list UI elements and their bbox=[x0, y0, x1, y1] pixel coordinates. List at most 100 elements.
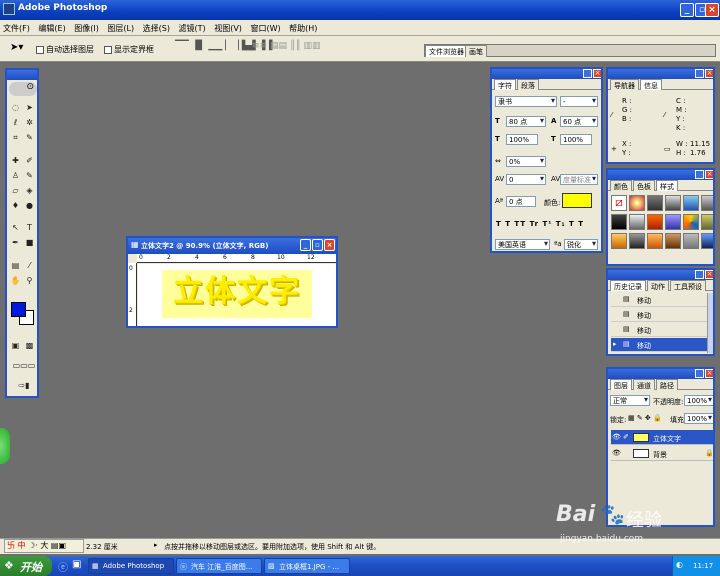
tab-paragraph[interactable]: 段落 bbox=[517, 79, 539, 90]
quickmask-mode-icon[interactable]: ▩ bbox=[24, 340, 35, 351]
dodge-tool-icon[interactable]: ● bbox=[24, 200, 35, 211]
fill-field[interactable]: 100% bbox=[684, 413, 713, 424]
style-swatch[interactable] bbox=[683, 233, 699, 249]
style-swatch[interactable] bbox=[647, 195, 663, 211]
style-swatch[interactable] bbox=[665, 233, 681, 249]
style-swatch[interactable] bbox=[629, 233, 645, 249]
visibility-eye-icon[interactable]: 👁 bbox=[612, 449, 621, 457]
style-swatch[interactable] bbox=[629, 195, 645, 211]
font-size-field[interactable]: 80 点 bbox=[506, 116, 546, 127]
style-swatch[interactable] bbox=[647, 233, 663, 249]
layer-row-background[interactable]: 👁 背景 🔒 bbox=[611, 446, 713, 461]
panel-close-button[interactable]: × bbox=[705, 270, 713, 279]
hand-tool-icon[interactable]: ✋ bbox=[10, 275, 21, 286]
visibility-eye-icon[interactable]: 👁 bbox=[612, 433, 621, 441]
stamp-tool-icon[interactable]: ♙ bbox=[10, 170, 21, 181]
tab-styles[interactable]: 样式 bbox=[656, 180, 678, 191]
brush-tool-icon[interactable]: ✐ bbox=[24, 155, 35, 166]
styles-panel-header[interactable]: × bbox=[608, 170, 713, 180]
character-panel-header[interactable]: × bbox=[492, 69, 601, 79]
taskbar-item-browser[interactable]: ⓔ 汽车 江淮_百度图... bbox=[176, 558, 262, 574]
kerning-field[interactable]: 0 bbox=[506, 174, 546, 185]
fill-tool-icon[interactable]: ◈ bbox=[24, 185, 35, 196]
panel-close-button[interactable]: × bbox=[705, 69, 713, 78]
eraser-tool-icon[interactable]: ▱ bbox=[10, 185, 21, 196]
panel-minimize-button[interactable] bbox=[695, 369, 704, 378]
style-swatch[interactable] bbox=[701, 195, 713, 211]
toolbox-header[interactable] bbox=[7, 70, 37, 80]
blur-tool-icon[interactable]: ♦ bbox=[10, 200, 21, 211]
style-swatch[interactable] bbox=[701, 233, 713, 249]
style-swatch[interactable] bbox=[629, 214, 645, 230]
menu-image[interactable]: 图像(I) bbox=[71, 20, 102, 34]
type-tool-icon[interactable]: T bbox=[24, 222, 35, 233]
tab-file-browser[interactable]: 文件浏览器 bbox=[425, 45, 468, 57]
standard-mode-icon[interactable]: ▣ bbox=[10, 340, 21, 351]
panel-close-button[interactable]: × bbox=[705, 170, 713, 179]
style-swatch[interactable] bbox=[647, 214, 663, 230]
menu-edit[interactable]: 编辑(E) bbox=[35, 20, 68, 34]
menu-window[interactable]: 窗口(W) bbox=[247, 20, 283, 34]
panel-close-button[interactable]: × bbox=[593, 69, 601, 78]
tab-paths[interactable]: 路径 bbox=[656, 379, 678, 390]
history-item[interactable]: ▤ 移动 bbox=[611, 293, 707, 307]
tab-navigator[interactable]: 导航器 bbox=[610, 79, 639, 90]
panel-close-button[interactable]: × bbox=[705, 369, 713, 378]
doc-close-button[interactable]: × bbox=[324, 239, 335, 251]
close-button[interactable]: × bbox=[705, 3, 719, 17]
move-tool-icon[interactable]: ➤ bbox=[24, 102, 35, 113]
history-item-selected[interactable]: ▸ ▤ 移动 bbox=[611, 338, 707, 352]
foreground-color-swatch[interactable] bbox=[11, 302, 26, 317]
layers-panel-header[interactable]: × bbox=[608, 369, 713, 379]
leading-field[interactable]: 60 点 bbox=[560, 116, 598, 127]
menu-help[interactable]: 帮助(H) bbox=[286, 20, 320, 34]
font-style-select[interactable]: - bbox=[560, 96, 598, 107]
tab-layers[interactable]: 图层 bbox=[610, 379, 632, 390]
menu-file[interactable]: 文件(F) bbox=[0, 20, 33, 34]
taskbar-item-photoshop[interactable]: ▦ Adobe Photoshop bbox=[88, 558, 174, 574]
style-swatch[interactable] bbox=[701, 214, 713, 230]
quicklaunch-ie-icon[interactable]: ⓔ bbox=[58, 559, 68, 574]
history-item[interactable]: ▤ 移动 bbox=[611, 308, 707, 322]
panel-minimize-button[interactable] bbox=[583, 69, 592, 78]
style-swatch[interactable] bbox=[683, 214, 699, 230]
tab-swatches[interactable]: 色板 bbox=[633, 180, 655, 191]
horizontal-scale-field[interactable]: 100% bbox=[560, 134, 592, 145]
screen-mode-icon[interactable]: ▭▭▭ bbox=[10, 360, 37, 371]
ime-bar[interactable]: 卐 中 ☽· 大 ▤▣ bbox=[4, 539, 84, 553]
tray-icon[interactable]: ◐ bbox=[676, 560, 683, 569]
auto-select-checkbox[interactable]: 自动选择图层 bbox=[36, 44, 94, 55]
style-swatch[interactable] bbox=[665, 214, 681, 230]
zoom-tool-icon[interactable]: ⚲ bbox=[24, 275, 35, 286]
opacity-field[interactable]: 100% bbox=[684, 395, 713, 406]
panel-minimize-button[interactable] bbox=[695, 170, 704, 179]
tab-actions[interactable]: 动作 bbox=[647, 280, 669, 291]
marquee-tool-icon[interactable]: ◌ bbox=[10, 102, 21, 113]
info-panel-header[interactable]: × bbox=[608, 69, 713, 79]
tab-character[interactable]: 字符 bbox=[494, 79, 516, 90]
magic-wand-icon[interactable]: ✲ bbox=[24, 117, 35, 128]
document-title-bar[interactable]: ▦ 立体文字2 @ 90.9% (立体文字, RGB) _ ▫ × bbox=[128, 238, 336, 254]
eyedropper-tool-icon[interactable]: ⁄ bbox=[24, 260, 35, 271]
menu-filter[interactable]: 滤镜(T) bbox=[176, 20, 209, 34]
layer-row-text[interactable]: 👁 ✐ 立体文字 bbox=[611, 430, 713, 445]
crop-tool-icon[interactable]: ⌗ bbox=[10, 132, 21, 143]
canvas[interactable]: 立体文字 bbox=[138, 264, 336, 326]
tracking-field[interactable]: 0% bbox=[506, 156, 546, 167]
quicklaunch-desktop-icon[interactable]: ▣ bbox=[72, 559, 81, 570]
menu-select[interactable]: 选择(S) bbox=[140, 20, 173, 34]
panel-minimize-button[interactable] bbox=[695, 270, 704, 279]
doc-maximize-button[interactable]: ▫ bbox=[312, 239, 323, 251]
tab-channels[interactable]: 通道 bbox=[633, 379, 655, 390]
lock-icons[interactable]: ▦ ✎ ✥ 🔒 bbox=[628, 414, 662, 422]
antialias-select[interactable]: 锐化 bbox=[564, 239, 598, 250]
taskbar-item-image-viewer[interactable]: ▨ 立体桌框1.JPG - ... bbox=[264, 558, 350, 574]
text-style-buttons[interactable]: T T TT Tr T¹ T₁ T T bbox=[496, 220, 584, 228]
tab-brushes[interactable]: 画笔 bbox=[465, 45, 487, 57]
distribute-icons[interactable]: ≡≡ ▤▤ ║║ ▥▥ bbox=[252, 41, 321, 51]
notes-tool-icon[interactable]: ▤ bbox=[10, 260, 21, 271]
pen-tool-icon[interactable]: ✒ bbox=[10, 237, 21, 248]
shape-tool-icon[interactable]: ■ bbox=[24, 237, 35, 248]
move-tool-preset-icon[interactable]: ➤▾ bbox=[10, 42, 23, 53]
tab-info[interactable]: 信息 bbox=[640, 79, 662, 90]
